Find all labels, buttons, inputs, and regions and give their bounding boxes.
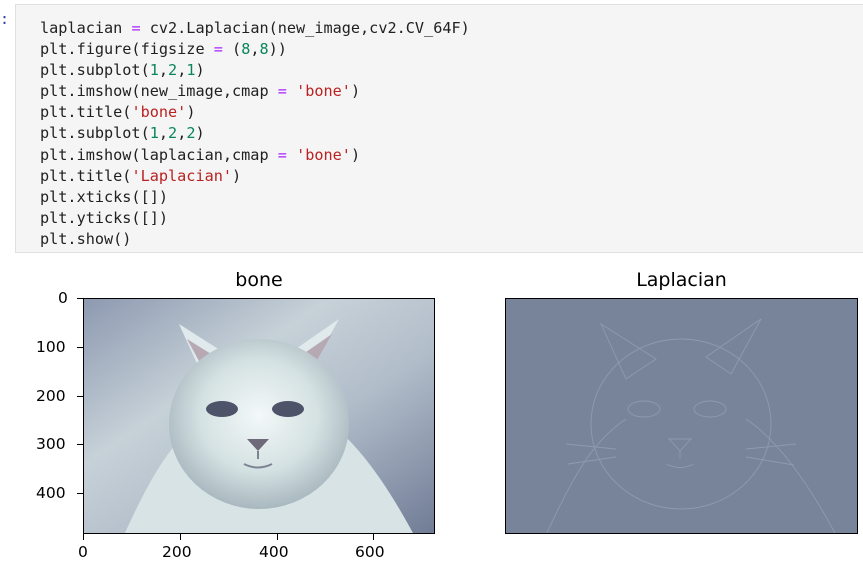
x-tick-mark <box>373 534 374 540</box>
code-token: , <box>158 124 169 143</box>
code-token: plt.imshow(laplacian,cmap <box>40 145 278 164</box>
left-subplot-title: bone <box>235 269 283 291</box>
y-tick-mark <box>77 493 83 494</box>
code-token: plt.subplot( <box>40 124 150 143</box>
code-line: laplacian = cv2.Laplacian(new_image,cv2.… <box>40 18 470 39</box>
y-tick-mark <box>77 444 83 445</box>
code-token: plt.show() <box>40 229 132 248</box>
code-token: 2 <box>168 124 178 143</box>
code-token: cv2.Laplacian(new_image,cv2.CV_64F) <box>140 19 470 37</box>
x-tick-label: 200 <box>162 543 192 561</box>
code-token: = <box>277 145 287 164</box>
code-token: 'bone' <box>296 82 351 101</box>
x-tick-label: 400 <box>259 543 289 561</box>
code-token: 1 <box>186 61 196 80</box>
code-line: plt.title('bone') <box>40 102 470 123</box>
code-token: , <box>177 61 187 80</box>
x-tick-label: 600 <box>355 543 385 561</box>
code-token: , <box>158 61 169 80</box>
code-token: 8 <box>241 40 251 59</box>
code-token: 1 <box>149 124 159 143</box>
code-token: plt.imshow(new_image,cmap <box>40 82 278 101</box>
code-token: laplacian <box>40 19 132 37</box>
code-token: 'bone' <box>131 103 187 122</box>
code-token: plt.title( <box>40 103 132 122</box>
y-tick-mark <box>77 396 83 397</box>
code-line: plt.figure(figsize = (8,8)) <box>40 39 470 60</box>
code-token: plt.title( <box>40 166 132 185</box>
right-subplot-axes <box>505 298 858 534</box>
right-subplot-title: Laplacian <box>636 269 727 291</box>
code-token: plt.subplot( <box>40 61 150 80</box>
code-token: plt.yticks([]) <box>40 208 169 227</box>
code-token: plt.figure(figsize <box>40 40 214 59</box>
code-line: plt.xticks([]) <box>40 187 470 208</box>
laplacian-cat-image <box>506 299 857 533</box>
code-token: = <box>213 40 223 59</box>
code-token: = <box>277 82 287 101</box>
code-token: ) <box>232 166 242 185</box>
code-token: ) <box>195 124 205 143</box>
x-tick-mark <box>83 534 84 540</box>
y-tick-label: 400 <box>36 484 66 502</box>
left-subplot-axes <box>83 298 435 534</box>
code-line: plt.yticks([]) <box>40 208 470 229</box>
y-tick-label: 0 <box>58 289 68 307</box>
code-token: = <box>131 19 141 37</box>
code-line: plt.title('Laplacian') <box>40 166 470 187</box>
code-token: 'bone' <box>296 145 351 164</box>
bone-cat-image <box>84 299 434 533</box>
input-prompt: : <box>0 10 10 28</box>
code-line: plt.show() <box>40 229 470 250</box>
code-line: plt.imshow(new_image,cmap = 'bone') <box>40 81 470 102</box>
code-token: ) <box>186 103 196 122</box>
code-token: ) <box>350 82 361 101</box>
output-figure: bone 0 100 200 300 400 0 200 400 600 Lap… <box>0 258 863 566</box>
y-tick-mark <box>77 298 83 299</box>
x-tick-mark <box>180 534 181 540</box>
code-token: plt.xticks([]) <box>40 187 169 206</box>
code-token: 2 <box>186 124 196 143</box>
code-editor[interactable]: laplacian = cv2.Laplacian(new_image,cv2.… <box>40 18 470 250</box>
code-line: plt.subplot(1,2,2) <box>40 123 470 144</box>
x-tick-mark <box>277 534 278 540</box>
y-tick-label: 100 <box>36 338 66 356</box>
code-token: )) <box>268 40 287 59</box>
y-tick-label: 300 <box>36 435 66 453</box>
code-line: plt.subplot(1,2,1) <box>40 60 470 81</box>
code-token: ( <box>222 40 242 59</box>
code-line: plt.imshow(laplacian,cmap = 'bone') <box>40 145 470 166</box>
code-token: ) <box>350 145 361 164</box>
code-token: , <box>177 124 187 143</box>
code-token: 1 <box>149 61 159 80</box>
y-tick-mark <box>77 347 83 348</box>
code-token: , <box>250 40 260 59</box>
code-token: ) <box>195 61 205 80</box>
code-cell[interactable]: laplacian = cv2.Laplacian(new_image,cv2.… <box>15 4 863 253</box>
y-tick-label: 200 <box>36 387 66 405</box>
x-tick-label: 0 <box>78 543 88 561</box>
code-token: 2 <box>168 61 178 80</box>
code-token: 8 <box>259 40 269 59</box>
code-token: 'Laplacian' <box>131 166 233 185</box>
